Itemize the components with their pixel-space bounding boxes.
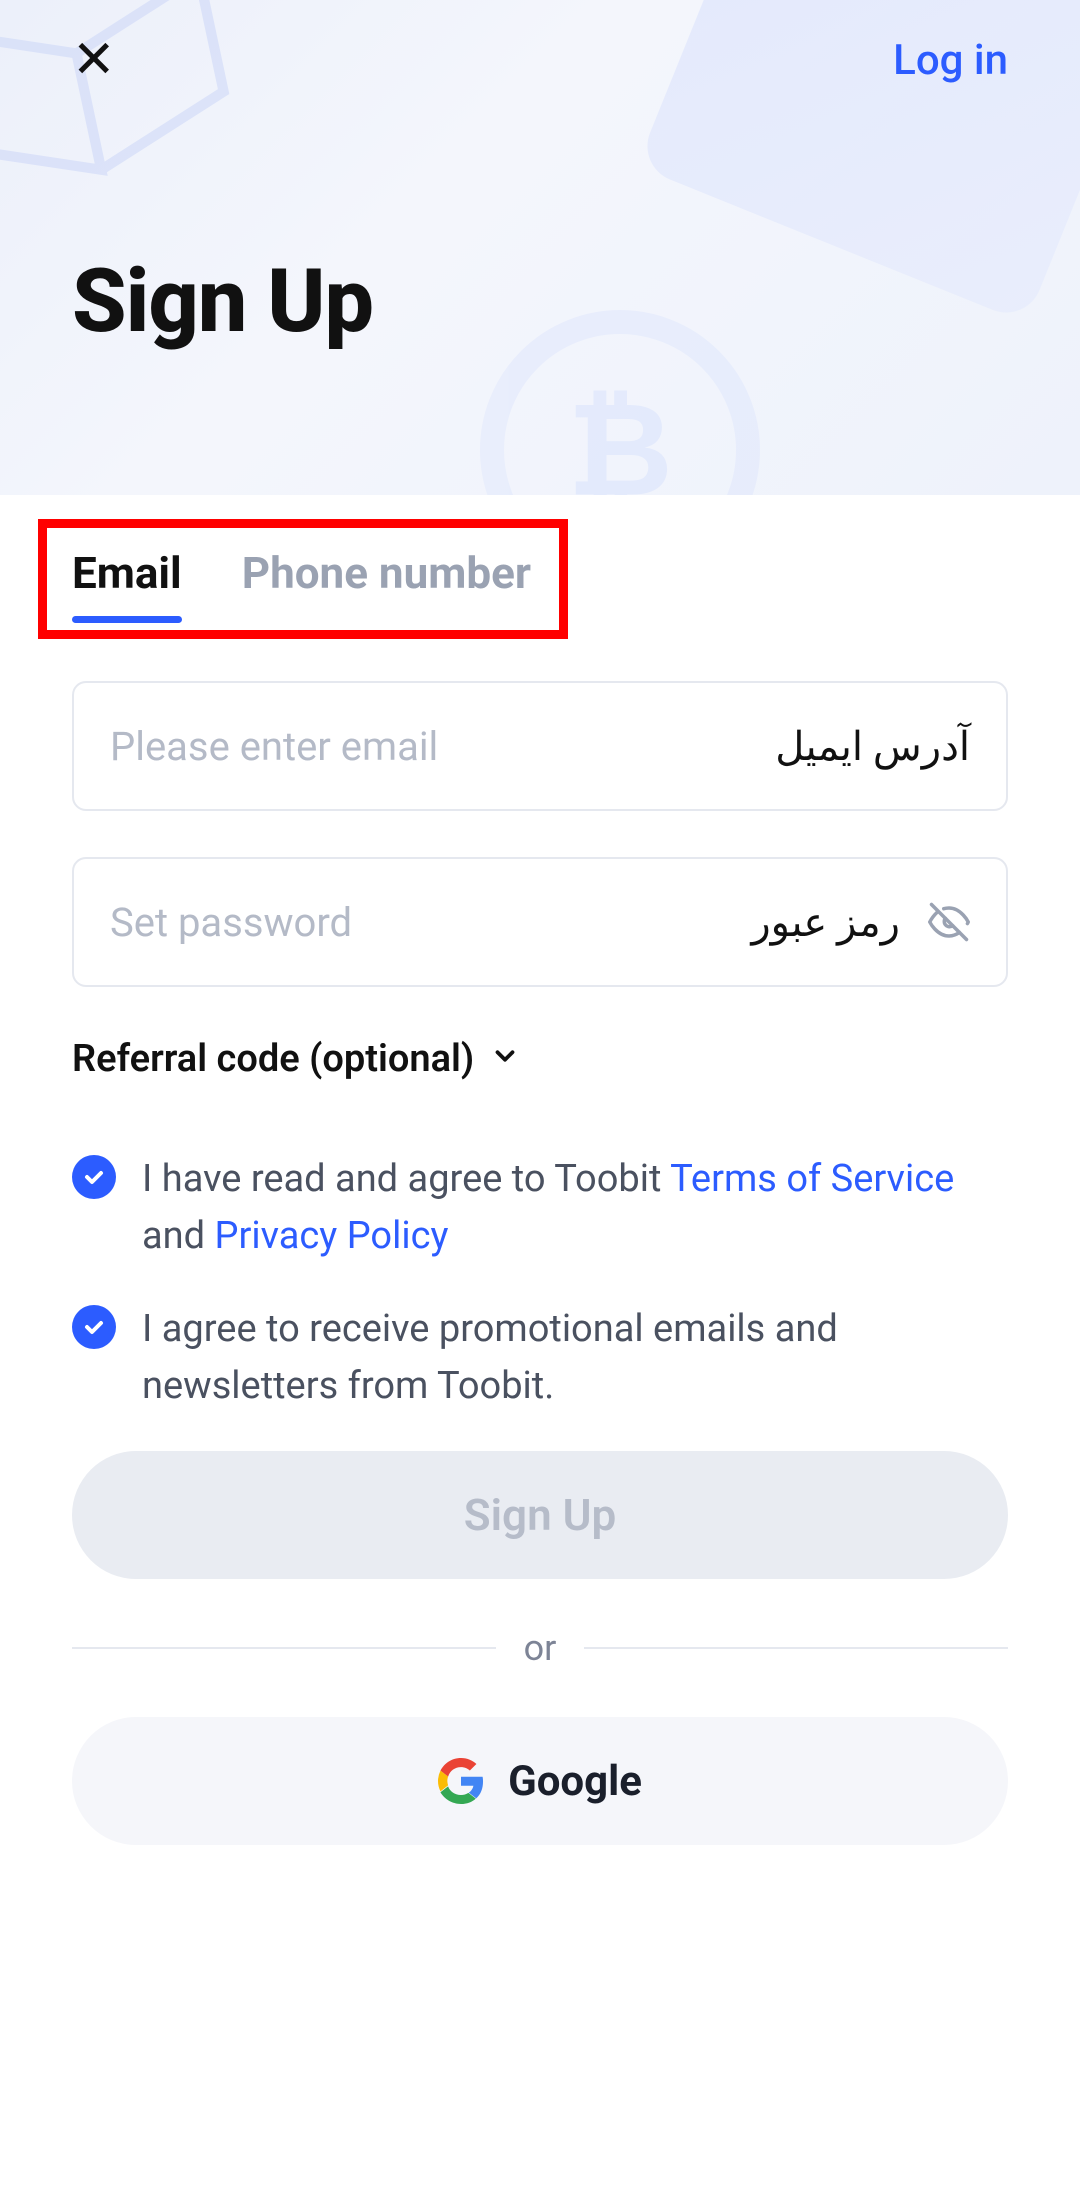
google-signin-button[interactable]: Google [72, 1717, 1008, 1845]
chevron-down-icon [490, 1037, 520, 1081]
checkbox-terms[interactable] [72, 1155, 116, 1199]
email-field[interactable]: Please enter email آدرس ایمیل [72, 681, 1008, 811]
referral-label: Referral code (optional) [72, 1037, 474, 1081]
referral-toggle[interactable]: Referral code (optional) [72, 1037, 1008, 1081]
email-label-rtl: آدرس ایمیل [775, 723, 970, 770]
eye-off-icon[interactable] [928, 901, 970, 943]
promo-check-row: I agree to receive promotional emails an… [72, 1301, 1008, 1415]
signup-button[interactable]: Sign Up [72, 1451, 1008, 1579]
close-icon[interactable]: ✕ [72, 34, 116, 86]
tabs-row: Email Phone number [72, 495, 1008, 621]
promo-text: I agree to receive promotional emails an… [142, 1301, 1008, 1415]
email-placeholder: Please enter email [110, 723, 775, 770]
or-divider: or [72, 1627, 1008, 1669]
password-field[interactable]: Set password رمز عبور [72, 857, 1008, 987]
tab-email[interactable]: Email [72, 547, 182, 621]
hero-banner: ✕ Log in Sign Up [0, 0, 1080, 495]
terms-of-service-link[interactable]: Terms of Service [670, 1157, 954, 1201]
google-icon [438, 1758, 484, 1804]
password-placeholder: Set password [110, 899, 751, 946]
or-text: or [524, 1627, 557, 1669]
page-title: Sign Up [72, 250, 1008, 353]
privacy-policy-link[interactable]: Privacy Policy [215, 1214, 449, 1258]
terms-text: I have read and agree to Toobit Terms of… [142, 1151, 1008, 1265]
google-label: Google [508, 1757, 642, 1806]
login-link[interactable]: Log in [893, 36, 1008, 85]
terms-check-row: I have read and agree to Toobit Terms of… [72, 1151, 1008, 1265]
checkbox-promo[interactable] [72, 1305, 116, 1349]
tab-phone-number[interactable]: Phone number [242, 547, 531, 621]
password-label-rtl: رمز عبور [751, 899, 900, 946]
signup-sheet: Email Phone number Please enter email آد… [0, 495, 1080, 2203]
